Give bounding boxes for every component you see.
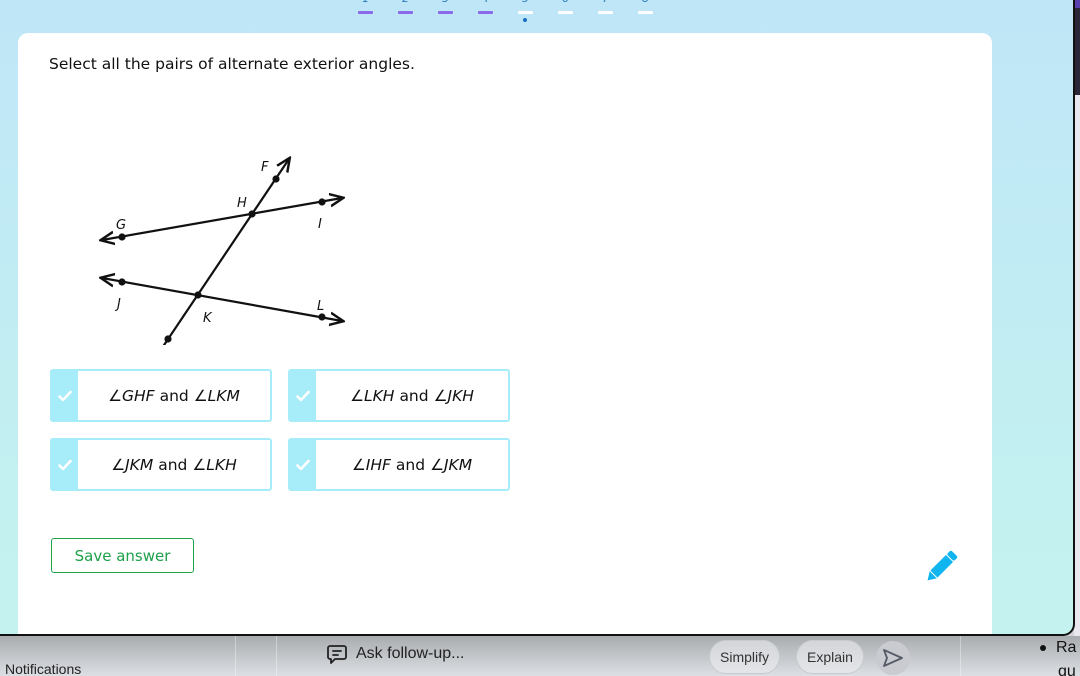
point-h	[248, 210, 256, 218]
step-bar	[518, 11, 533, 14]
point-j	[118, 278, 126, 286]
conjunction: and	[395, 455, 426, 474]
line-gi	[102, 198, 342, 240]
step-number: 3	[425, 0, 465, 5]
conjunction: and	[399, 386, 429, 405]
simplify-button[interactable]: Simplify	[709, 640, 781, 674]
step-number: 5	[505, 0, 545, 5]
angle-b: ∠LKM	[193, 386, 240, 405]
progress-step-7[interactable]: 7	[585, 0, 625, 30]
quiz-window: 12345678 Select all the pairs of alterna…	[0, 0, 1075, 636]
chat-icon	[327, 645, 347, 664]
label-k: K	[203, 311, 213, 326]
angle-a: ∠JKM	[111, 455, 154, 474]
step-number: 7	[585, 0, 625, 5]
divider	[235, 636, 236, 676]
label-l: L	[317, 299, 324, 314]
conjunction: and	[159, 386, 189, 405]
side-text-line2: qu	[1058, 663, 1076, 676]
question-progress: 12345678	[345, 0, 665, 30]
step-bar	[358, 11, 373, 14]
progress-step-4[interactable]: 4	[465, 0, 505, 30]
checkmark-icon	[52, 371, 78, 420]
bottom-toolbar: Notifications Ask follow-up... Simplify …	[0, 636, 1080, 676]
step-number: 2	[385, 0, 425, 5]
step-number: 8	[625, 0, 665, 5]
step-bar	[438, 11, 453, 14]
question-prompt: Select all the pairs of alternate exteri…	[49, 55, 415, 73]
step-number: 6	[545, 0, 585, 5]
side-text-line1: Ra	[1056, 639, 1077, 656]
checkmark-icon	[290, 440, 316, 489]
transversal-diagram: F H G I J K L M	[70, 115, 360, 345]
current-step-indicator	[523, 18, 527, 22]
progress-step-6[interactable]: 6	[545, 0, 585, 30]
transversal-fm	[154, 159, 289, 345]
bullet-icon	[1040, 644, 1046, 651]
label-j: J	[114, 297, 121, 312]
step-number: 1	[345, 0, 385, 5]
angle-a: ∠LKH	[350, 386, 395, 405]
label-i: I	[318, 217, 322, 232]
progress-step-2[interactable]: 2	[385, 0, 425, 30]
step-bar	[478, 11, 493, 14]
option-label: ∠LKH and ∠JKH	[316, 371, 508, 420]
checkmark-icon	[290, 371, 316, 420]
label-f: F	[261, 160, 269, 175]
option-1[interactable]: ∠GHF and ∠LKM	[50, 369, 272, 422]
point-g	[118, 233, 126, 241]
label-g: G	[116, 218, 126, 233]
explain-button[interactable]: Explain	[796, 640, 864, 674]
step-bar	[598, 11, 613, 14]
answer-options: ∠GHF and ∠LKM ∠LKH and ∠JKH ∠JKM and ∠LKH	[50, 369, 510, 491]
notifications-label[interactable]: Notifications	[5, 661, 81, 676]
side-panel-text: Ra qu	[1040, 636, 1076, 676]
step-bar	[558, 11, 573, 14]
angle-b: ∠LKH	[192, 455, 237, 474]
progress-step-8[interactable]: 8	[625, 0, 665, 30]
ask-follow-up-input[interactable]: Ask follow-up...	[326, 643, 464, 665]
point-f	[272, 175, 280, 183]
angle-a: ∠IHF	[351, 455, 391, 474]
step-bar	[638, 11, 653, 14]
divider	[960, 636, 961, 676]
send-icon	[883, 649, 903, 667]
label-h: H	[237, 196, 247, 211]
angle-b: ∠JKH	[433, 386, 474, 405]
conjunction: and	[158, 455, 188, 474]
point-i	[318, 198, 326, 206]
line-jl	[102, 278, 342, 321]
option-3[interactable]: ∠JKM and ∠LKH	[50, 438, 272, 491]
progress-step-3[interactable]: 3	[425, 0, 465, 30]
option-label: ∠JKM and ∠LKH	[78, 440, 270, 489]
divider	[276, 636, 277, 676]
pencil-icon[interactable]	[921, 547, 961, 587]
angle-a: ∠GHF	[108, 386, 155, 405]
option-2[interactable]: ∠LKH and ∠JKH	[288, 369, 510, 422]
step-bar	[398, 11, 413, 14]
checkmark-icon	[52, 440, 78, 489]
option-label: ∠GHF and ∠LKM	[78, 371, 270, 420]
ask-placeholder: Ask follow-up...	[356, 645, 465, 662]
step-number: 4	[465, 0, 505, 5]
progress-step-5[interactable]: 5	[505, 0, 545, 30]
send-button[interactable]	[876, 641, 910, 675]
option-4[interactable]: ∠IHF and ∠JKM	[288, 438, 510, 491]
point-l	[318, 313, 326, 321]
angle-b: ∠JKM	[430, 455, 473, 474]
point-k	[194, 291, 202, 299]
save-answer-button[interactable]: Save answer	[51, 538, 194, 573]
point-m	[164, 335, 172, 343]
question-card: Select all the pairs of alternate exteri…	[18, 33, 992, 634]
progress-step-1[interactable]: 1	[345, 0, 385, 30]
option-label: ∠IHF and ∠JKM	[316, 440, 508, 489]
